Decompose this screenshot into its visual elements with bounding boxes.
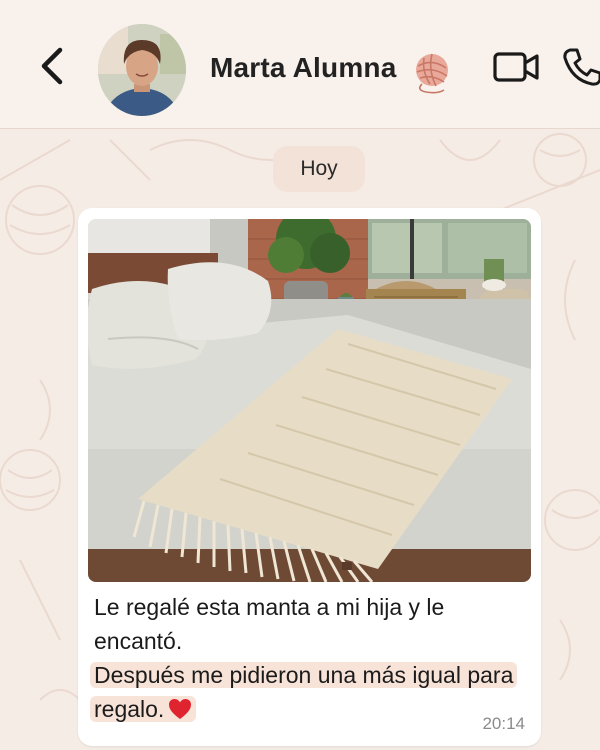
date-separator: Hoy bbox=[273, 146, 365, 192]
contact-name[interactable]: Marta Alumna bbox=[210, 52, 397, 84]
message-bubble[interactable]: Le regalé esta manta a mi hija y le enca… bbox=[78, 208, 541, 746]
video-camera-icon[interactable] bbox=[492, 50, 540, 84]
yarn-ball-icon bbox=[416, 53, 448, 94]
message-line-2: Después me pidieron una más igual para r… bbox=[94, 662, 514, 722]
red-heart-icon bbox=[169, 699, 192, 719]
avatar[interactable] bbox=[98, 24, 186, 116]
phone-icon[interactable] bbox=[562, 46, 600, 86]
message-line-1: Le regalé esta manta a mi hija y le enca… bbox=[94, 594, 445, 654]
chevron-left-icon[interactable] bbox=[34, 44, 70, 88]
message-photo[interactable] bbox=[88, 219, 531, 582]
chat-header: Marta Alumna bbox=[0, 0, 600, 129]
message-timestamp: 20:14 bbox=[482, 714, 525, 733]
highlighted-message-line: Después me pidieron una más igual para r… bbox=[90, 662, 518, 722]
message-text: Le regalé esta manta a mi hija y le enca… bbox=[90, 590, 518, 726]
